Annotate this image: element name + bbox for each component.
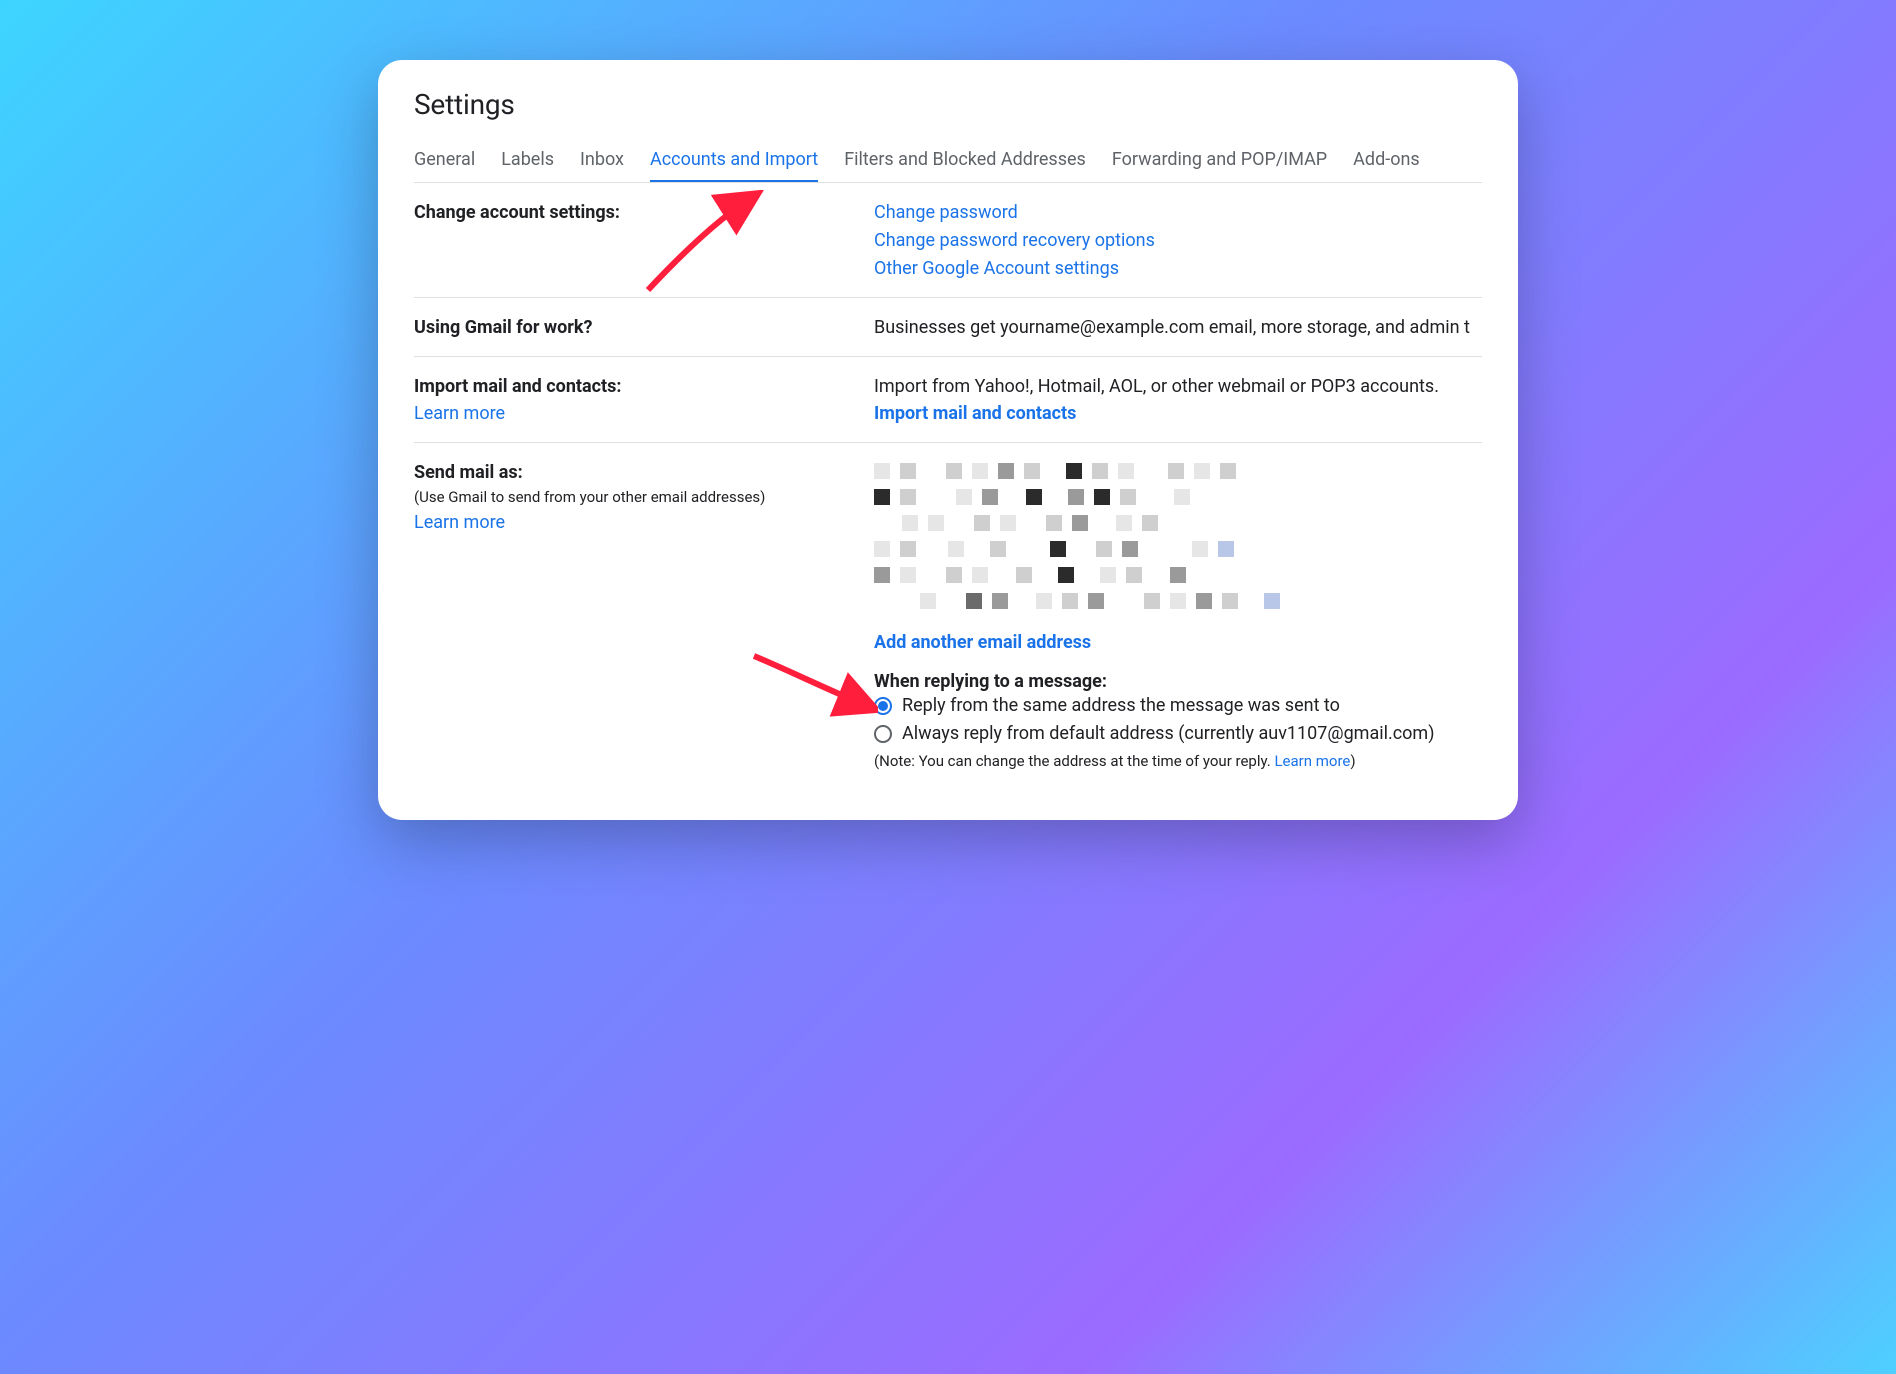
radio-icon — [874, 697, 892, 715]
section-gmail-work: Using Gmail for work? Businesses get you… — [414, 298, 1482, 357]
settings-card: Settings General Labels Inbox Accounts a… — [378, 60, 1518, 820]
radio-icon — [874, 725, 892, 743]
tab-accounts-and-import[interactable]: Accounts and Import — [650, 141, 818, 183]
reply-note: (Note: You can change the address at the… — [874, 752, 1482, 770]
section-import: Import mail and contacts: Learn more Imp… — [414, 357, 1482, 444]
import-body: Import from Yahoo!, Hotmail, AOL, or oth… — [874, 373, 1482, 401]
reply-heading: When replying to a message: — [874, 671, 1482, 692]
tab-filters-blocked[interactable]: Filters and Blocked Addresses — [844, 141, 1086, 183]
add-another-email-link[interactable]: Add another email address — [874, 629, 1482, 657]
radio-label: Always reply from default address (curre… — [902, 720, 1435, 748]
import-title: Import mail and contacts: — [414, 373, 854, 400]
radio-label: Reply from the same address the message … — [902, 692, 1340, 720]
link-change-recovery[interactable]: Change password recovery options — [874, 227, 1482, 255]
send-as-learn-more[interactable]: Learn more — [414, 509, 854, 537]
radio-reply-default-address[interactable]: Always reply from default address (curre… — [874, 720, 1482, 748]
tab-forwarding[interactable]: Forwarding and POP/IMAP — [1112, 141, 1327, 183]
link-other-account-settings[interactable]: Other Google Account settings — [874, 255, 1482, 283]
page-title: Settings — [414, 88, 1482, 121]
redacted-addresses — [874, 463, 1482, 609]
send-as-sub: (Use Gmail to send from your other email… — [414, 486, 854, 509]
settings-tabs: General Labels Inbox Accounts and Import… — [414, 141, 1482, 183]
gmail-work-body: Businesses get yourname@example.com emai… — [874, 314, 1482, 342]
send-as-title: Send mail as: — [414, 459, 854, 486]
link-change-password[interactable]: Change password — [874, 199, 1482, 227]
import-learn-more[interactable]: Learn more — [414, 400, 854, 428]
change-account-title: Change account settings: — [414, 199, 854, 226]
section-send-mail-as: Send mail as: (Use Gmail to send from yo… — [414, 443, 1482, 784]
section-change-account: Change account settings: Change password… — [414, 183, 1482, 298]
note-learn-more-link[interactable]: Learn more — [1274, 752, 1350, 770]
import-action-link[interactable]: Import mail and contacts — [874, 400, 1482, 428]
tab-addons[interactable]: Add-ons — [1353, 141, 1420, 183]
radio-reply-same-address[interactable]: Reply from the same address the message … — [874, 692, 1482, 720]
gmail-work-title: Using Gmail for work? — [414, 314, 854, 341]
tab-inbox[interactable]: Inbox — [580, 141, 624, 183]
tab-general[interactable]: General — [414, 141, 475, 183]
tab-labels[interactable]: Labels — [501, 141, 554, 183]
